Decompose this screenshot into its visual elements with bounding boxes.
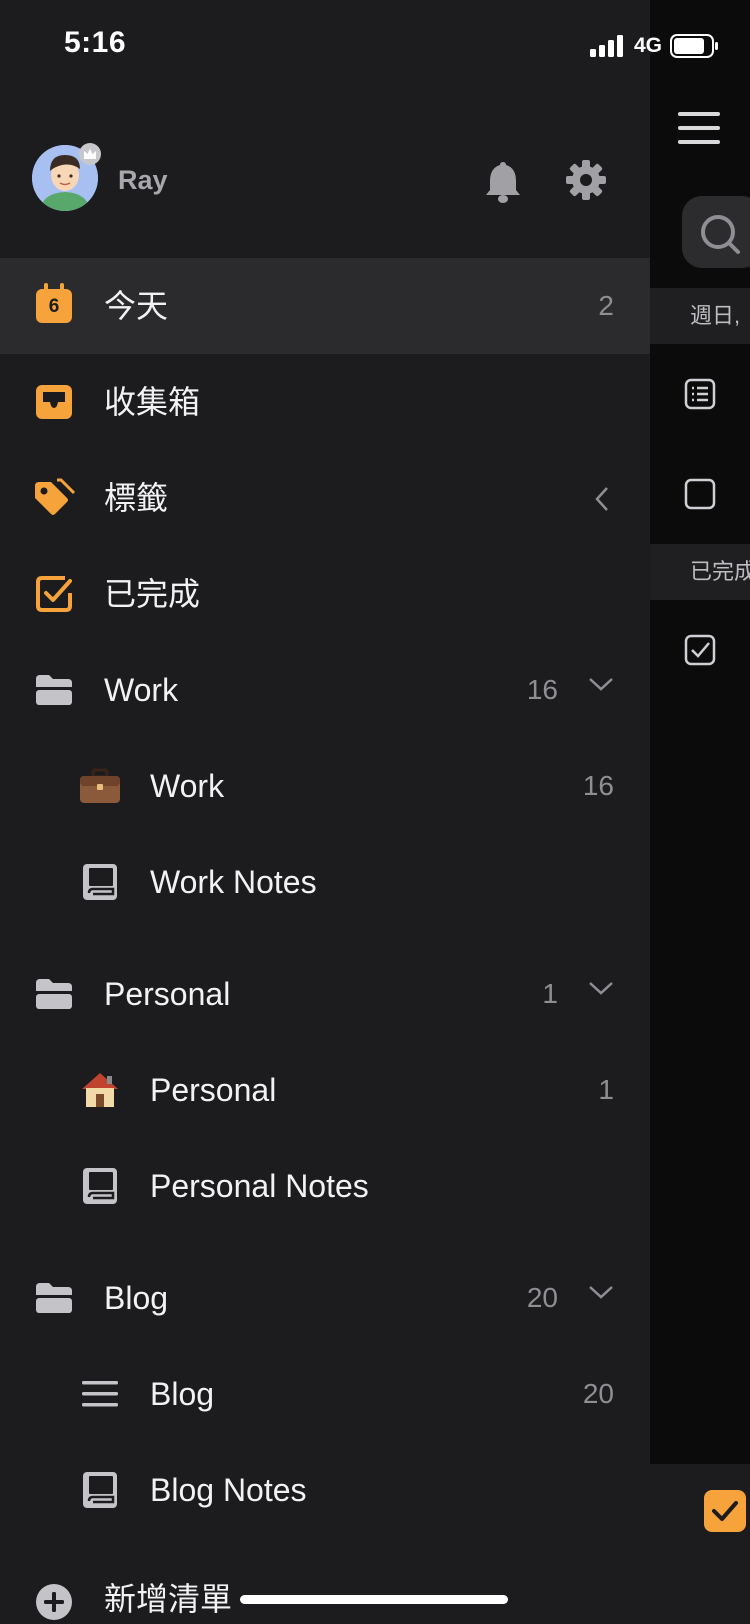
notes-icon	[78, 834, 122, 930]
user-name: Ray	[118, 165, 168, 195]
nav-item-label: 已完成	[104, 576, 201, 612]
folder-icon	[32, 642, 76, 738]
folder-blog[interactable]: Blog 20	[0, 1250, 650, 1346]
status-time: 5:16	[64, 26, 127, 59]
list-label: Work Notes	[150, 864, 317, 900]
list-count: 1	[598, 1074, 614, 1105]
navigation-drawer: 5:16 4G Ray 6 今天 2 收集箱 標籤 已完成 Work 16 Wo…	[0, 0, 719, 1624]
folder-icon	[32, 1250, 76, 1346]
network-type: 4G	[634, 34, 663, 57]
bottom-bar	[650, 1464, 750, 1624]
nav-item-inbox[interactable]: 收集箱	[0, 354, 650, 450]
folder-icon	[32, 946, 76, 1042]
chevron-left-icon[interactable]	[594, 486, 610, 512]
search-field[interactable]	[682, 196, 750, 268]
plus-circle-icon	[32, 1553, 76, 1624]
list-icon	[78, 1346, 122, 1442]
list-label: Personal	[150, 1072, 277, 1108]
house-icon	[78, 1042, 122, 1138]
notes-icon	[78, 1442, 122, 1538]
list-label: Work	[150, 768, 225, 804]
add-list-button[interactable]: 新增清單	[0, 1553, 650, 1624]
home-indicator	[240, 1595, 508, 1604]
folder-label: Work	[104, 672, 179, 708]
chevron-down-icon[interactable]	[588, 676, 614, 692]
gear-icon[interactable]	[565, 159, 607, 201]
list-item-work[interactable]: Work 16	[0, 738, 650, 834]
chevron-down-icon[interactable]	[588, 1284, 614, 1300]
calendar-icon: 6	[32, 258, 76, 354]
tag-icon	[32, 450, 76, 546]
nav-item-label: 標籤	[104, 480, 169, 516]
folder-work[interactable]: Work 16	[0, 642, 650, 738]
add-list-label: 新增清單	[104, 1581, 233, 1617]
completed-section-header: 已完成	[650, 544, 750, 600]
nav-item-label: 今天	[104, 288, 169, 324]
chevron-down-icon[interactable]	[588, 980, 614, 996]
list-label: Blog	[150, 1376, 215, 1412]
premium-crown-icon	[79, 143, 101, 165]
folder-count: 20	[526, 1282, 558, 1313]
nav-item-label: 收集箱	[104, 384, 201, 420]
battery-icon	[670, 34, 719, 58]
signal-icon	[590, 35, 623, 57]
folder-label: Personal	[104, 976, 231, 1012]
list-count: 20	[582, 1378, 614, 1409]
checkbox-icon[interactable]	[684, 478, 716, 510]
folder-count: 16	[526, 674, 558, 705]
list-label: Blog Notes	[150, 1472, 307, 1508]
nav-item-completed[interactable]: 已完成	[0, 546, 650, 642]
check-icon	[712, 1501, 738, 1521]
inbox-icon	[32, 354, 76, 450]
search-icon	[701, 215, 740, 254]
checked-checkbox-icon[interactable]	[684, 634, 716, 666]
folder-label: Blog	[104, 1280, 169, 1316]
notes-icon	[78, 1138, 122, 1234]
list-item-personal-notes[interactable]: Personal Notes	[0, 1138, 650, 1234]
briefcase-icon	[78, 738, 122, 834]
folder-personal[interactable]: Personal 1	[0, 946, 650, 1042]
nav-item-today[interactable]: 6 今天 2	[0, 258, 650, 354]
item-count: 2	[598, 290, 614, 321]
bell-icon[interactable]	[483, 159, 523, 205]
orange-check-button[interactable]	[704, 1490, 746, 1532]
completed-check-icon	[32, 546, 76, 642]
list-item-blog[interactable]: Blog 20	[0, 1346, 650, 1442]
list-item-personal[interactable]: Personal 1	[0, 1042, 650, 1138]
list-count: 16	[582, 770, 614, 801]
status-indicators: 4G	[590, 34, 719, 58]
profile-header: Ray	[32, 143, 622, 215]
list-item-blog-notes[interactable]: Blog Notes	[0, 1442, 650, 1538]
date-section-header: 週日,	[650, 288, 750, 344]
note-task-icon[interactable]	[684, 378, 716, 410]
list-label: Personal Notes	[150, 1168, 369, 1204]
nav-item-tags[interactable]: 標籤	[0, 450, 650, 546]
folder-count: 1	[542, 978, 558, 1009]
menu-icon[interactable]	[678, 112, 720, 146]
list-item-work-notes[interactable]: Work Notes	[0, 834, 650, 930]
